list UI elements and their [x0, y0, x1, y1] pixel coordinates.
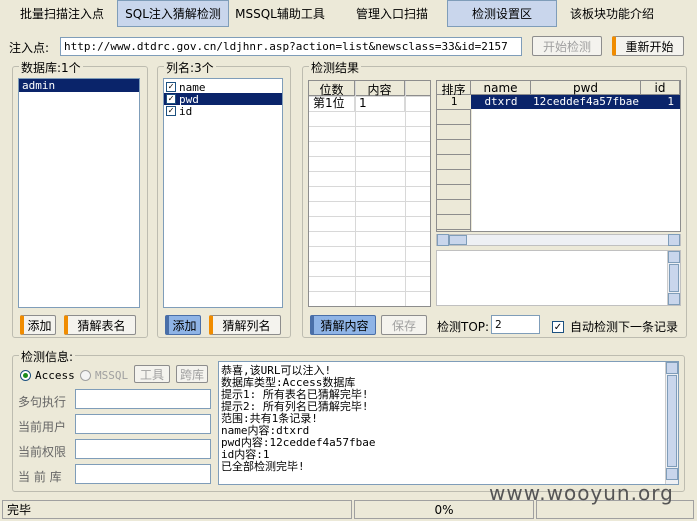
- guess-columns-button[interactable]: 猜解列名: [209, 315, 281, 335]
- grid-cell: 12ceddef4a57fbae: [533, 95, 639, 108]
- detail-vscrollbar[interactable]: [667, 251, 680, 305]
- position-grid[interactable]: 位数 内容 第1位 1: [308, 80, 431, 307]
- grid-cell: 1: [667, 95, 674, 108]
- scroll-down-icon[interactable]: [668, 293, 680, 305]
- cross-db-button[interactable]: 跨库: [176, 365, 208, 383]
- current-perm-input[interactable]: [75, 439, 211, 459]
- access-label: Access: [35, 369, 75, 382]
- checkbox-checked-icon[interactable]: ✓: [166, 106, 176, 116]
- tab-batch-scan[interactable]: 批量扫描注入点: [6, 0, 118, 27]
- columns-title: 列名:3个: [164, 59, 216, 76]
- checkbox-checked-icon[interactable]: ✓: [166, 94, 176, 104]
- tab-sql-injection[interactable]: SQL注入猜解检测: [117, 0, 229, 27]
- radio-unselected-icon[interactable]: [80, 370, 91, 381]
- grid-cell: 1: [437, 95, 471, 109]
- mssql-label: MSSQL: [95, 369, 129, 382]
- tab-mssql-tools[interactable]: MSSQL辅助工具: [228, 0, 332, 27]
- tab-help[interactable]: 该板块功能介绍: [560, 0, 664, 27]
- database-list[interactable]: admin: [18, 78, 140, 308]
- column-item-pwd[interactable]: ✓ pwd: [164, 93, 282, 106]
- grid-header: 位数: [309, 81, 355, 97]
- current-user-label: 当前用户: [18, 420, 67, 434]
- guess-content-button[interactable]: 猜解内容: [310, 315, 376, 335]
- start-detect-button[interactable]: 开始检测: [532, 36, 602, 56]
- scroll-right-icon[interactable]: [668, 234, 680, 246]
- scroll-down-icon[interactable]: [666, 468, 678, 480]
- top-label: 检测TOP:: [437, 320, 490, 334]
- grid-header: 排序: [437, 81, 471, 97]
- column-label: id: [179, 104, 193, 118]
- row-headers: [437, 109, 471, 231]
- auto-next-label: 自动检测下一条记录: [570, 320, 679, 334]
- grid-header-empty: [405, 81, 430, 96]
- checkbox-checked-icon[interactable]: ✓: [166, 82, 176, 92]
- result-title: 检测结果: [309, 59, 362, 76]
- grid-header: 内容: [355, 81, 405, 97]
- access-radio[interactable]: Access: [20, 369, 75, 382]
- restart-button[interactable]: 重新开始: [612, 36, 684, 56]
- current-db-input[interactable]: [75, 464, 211, 484]
- records-hscrollbar[interactable]: [436, 234, 681, 246]
- scroll-left-icon[interactable]: [437, 234, 449, 246]
- column-item-name[interactable]: ✓ name: [164, 81, 282, 94]
- detect-title: 检测信息:: [19, 348, 76, 365]
- detect-log-text: 恭喜,该URL可以注入! 数据库类型:Access数据库 提示1: 所有表名已猜解完…: [219, 362, 678, 476]
- inject-label: 注入点:: [9, 41, 50, 55]
- current-db-label: 当 前 库: [18, 470, 62, 484]
- multi-exec-label: 多句执行: [18, 395, 67, 409]
- multi-exec-input[interactable]: [75, 389, 211, 409]
- database-title: 数据库:1个: [19, 59, 83, 76]
- scroll-up-icon[interactable]: [668, 251, 680, 263]
- log-line: pwd内容:12ceddef4a57fbae: [221, 436, 376, 449]
- auto-next-checkbox[interactable]: ✓ 自动检测下一条记录: [550, 318, 678, 335]
- list-item[interactable]: admin: [19, 79, 139, 92]
- current-user-input[interactable]: [75, 414, 211, 434]
- scroll-thumb[interactable]: [667, 375, 677, 467]
- current-perm-label: 当前权限: [18, 445, 67, 459]
- column-item-id[interactable]: ✓ id: [164, 104, 282, 118]
- log-vscrollbar[interactable]: [665, 362, 678, 484]
- scroll-up-icon[interactable]: [666, 362, 678, 374]
- log-line: 已全部检测完毕!: [221, 460, 305, 473]
- grid-cell: 第1位: [309, 96, 355, 111]
- grid-header: id: [641, 81, 680, 95]
- tools-button[interactable]: 工具: [134, 365, 170, 383]
- save-button[interactable]: 保存: [381, 315, 427, 335]
- scroll-thumb[interactable]: [449, 235, 467, 245]
- detect-log[interactable]: 恭喜,该URL可以注入! 数据库类型:Access数据库 提示1: 所有表名已猜解完…: [218, 361, 679, 485]
- inject-url-input[interactable]: http://www.dtdrc.gov.cn/ldjhnr.asp?actio…: [60, 37, 522, 56]
- mssql-radio[interactable]: MSSQL: [80, 369, 128, 382]
- grid-empty-area: [472, 109, 680, 231]
- scroll-thumb[interactable]: [669, 264, 679, 292]
- checkbox-checked-icon[interactable]: ✓: [552, 320, 564, 333]
- top-input[interactable]: 2: [491, 315, 540, 334]
- db-add-button[interactable]: 添加: [20, 315, 56, 335]
- col-add-button[interactable]: 添加: [165, 315, 201, 335]
- status-text: 完毕: [2, 500, 352, 519]
- tab-settings[interactable]: 检测设置区: [447, 0, 557, 27]
- grid-cell: 1: [355, 96, 405, 111]
- tab-bar: 批量扫描注入点 SQL注入猜解检测 MSSQL辅助工具 管理入口扫描 检测设置区…: [0, 0, 697, 28]
- columns-list[interactable]: ✓ name ✓ pwd ✓ id: [163, 78, 283, 308]
- guess-tables-button[interactable]: 猜解表名: [64, 315, 136, 335]
- tab-admin-scan[interactable]: 管理入口扫描: [338, 0, 446, 27]
- records-grid[interactable]: 排序 name pwd id 1 dtxrd 12ceddef4a57fbae …: [436, 80, 681, 232]
- radio-selected-icon[interactable]: [20, 370, 31, 381]
- table-row[interactable]: 1 dtxrd 12ceddef4a57fbae 1: [437, 95, 680, 109]
- record-detail-box[interactable]: [436, 250, 681, 306]
- grid-header: pwd: [531, 81, 641, 95]
- grid-header: name: [471, 81, 531, 95]
- watermark: www.wooyun.org: [489, 481, 674, 505]
- grid-cell: dtxrd: [484, 95, 518, 108]
